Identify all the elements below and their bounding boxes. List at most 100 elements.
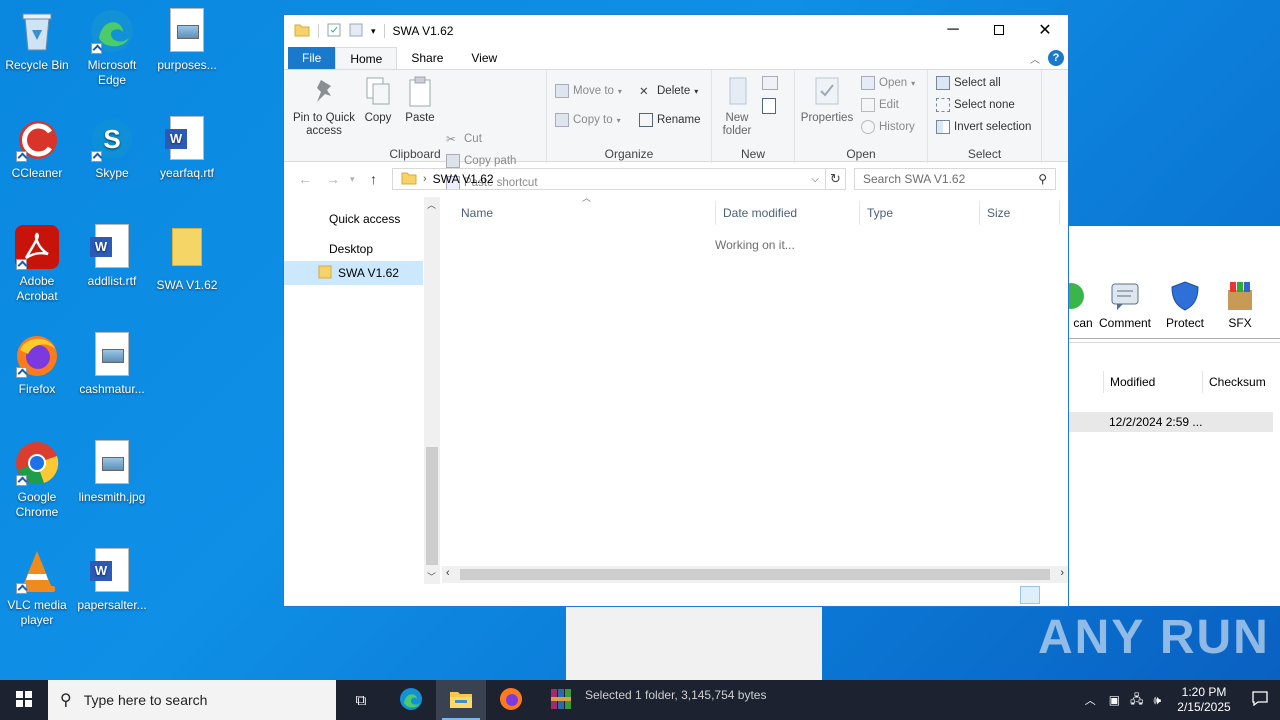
taskbar-firefox-button[interactable] <box>486 680 536 720</box>
scissors-icon: ✂ <box>446 134 456 146</box>
new-folder-quick-icon[interactable] <box>349 23 363 40</box>
desktop-icon-microsoft-edge[interactable]: Microsoft Edge <box>75 8 149 88</box>
scroll-down-icon[interactable]: ﹀ <box>427 570 436 583</box>
history-button[interactable]: History <box>861 118 915 136</box>
scroll-right-icon[interactable]: › <box>1060 567 1064 579</box>
show-hidden-icons-icon[interactable]: ︿ <box>1077 692 1104 708</box>
properties-button[interactable]: Properties <box>799 74 855 125</box>
copy-to-button[interactable]: Copy to ▾ <box>555 111 621 129</box>
task-view-button[interactable]: ⧉ <box>336 680 386 720</box>
desktop-icon-ccleaner[interactable]: CCleaner <box>0 116 74 181</box>
desktop-icon-purposes[interactable]: purposes... <box>150 8 224 73</box>
paste-button[interactable]: Paste <box>400 74 440 125</box>
desktop-icon-recycle-bin[interactable]: Recycle Bin <box>0 8 74 73</box>
rar-column-modified[interactable]: Modified <box>1103 371 1203 393</box>
desktop-icon-linesmith[interactable]: linesmith.jpg <box>75 440 149 505</box>
taskbar-explorer-button[interactable] <box>436 680 486 720</box>
taskbar-winrar-button[interactable] <box>536 680 586 720</box>
address-bar[interactable]: › SWA V1.62 ⌵ <box>392 168 826 190</box>
start-button[interactable] <box>0 680 48 720</box>
edit-button[interactable]: Edit <box>861 96 899 114</box>
column-size[interactable]: Size <box>980 201 1060 225</box>
taskbar-search-box[interactable]: ⚲ Type here to search <box>48 680 336 720</box>
move-to-button[interactable]: Move to ▾ <box>555 82 622 100</box>
help-icon[interactable]: ? <box>1048 50 1064 66</box>
column-date-modified[interactable]: Date modified <box>716 201 860 225</box>
select-none-button[interactable]: Select none <box>936 96 1015 114</box>
breadcrumb-current[interactable]: SWA V1.62 <box>433 172 494 186</box>
desktop-icon-skype[interactable]: S Skype <box>75 116 149 181</box>
clock[interactable]: 1:20 PM 2/15/2025 <box>1166 685 1242 715</box>
open-button[interactable]: Open ▾ <box>861 74 915 92</box>
nav-item-quick-access[interactable]: Quick access <box>284 207 400 231</box>
nav-item-desktop[interactable]: Desktop <box>284 237 373 261</box>
details-view-button[interactable] <box>1020 586 1040 604</box>
background-status-text: Selected 1 folder, 3,145,754 bytes <box>585 688 767 702</box>
desktop-icon-google-chrome[interactable]: Google Chrome <box>0 440 74 520</box>
pin-quick-access-button[interactable]: Pin to Quick access <box>290 74 358 138</box>
select-all-button[interactable]: Select all <box>936 74 1001 92</box>
scroll-left-icon[interactable]: ‹ <box>446 567 450 579</box>
desktop-icon-vlc[interactable]: VLC media player <box>0 548 74 628</box>
up-arrow-icon[interactable]: ↑ <box>370 171 377 187</box>
meet-now-icon[interactable]: ▣ <box>1104 693 1125 707</box>
tab-share[interactable]: Share <box>397 47 457 69</box>
taskbar-edge-button[interactable] <box>386 680 436 720</box>
tab-file[interactable]: File <box>288 47 336 69</box>
notifications-button[interactable] <box>1242 691 1280 709</box>
invert-selection-button[interactable]: Invert selection <box>936 118 1031 136</box>
desktop-icon-adobe-acrobat[interactable]: Adobe Acrobat <box>0 224 74 304</box>
desktop-icon-firefox[interactable]: Firefox <box>0 332 74 397</box>
recent-locations-icon[interactable]: ▾ <box>350 174 355 185</box>
new-folder-button[interactable]: New folder <box>716 74 758 138</box>
network-icon[interactable]: 🖧 <box>1125 690 1148 711</box>
delete-button[interactable]: ✕ Delete ▾ <box>639 82 698 100</box>
search-input[interactable]: Search SWA V1.62 ⚲ <box>854 168 1056 190</box>
collapse-ribbon-icon[interactable]: ︿ <box>1030 51 1040 66</box>
rar-comment-button[interactable]: Comment <box>1095 280 1155 330</box>
rar-sfx-button[interactable]: SFX <box>1210 280 1270 330</box>
copy-button[interactable]: Copy <box>360 74 396 125</box>
view-toggle <box>1020 586 1062 604</box>
scroll-up-icon[interactable]: ︿ <box>427 198 436 211</box>
rar-file-row[interactable]: 12/2/2024 2:59 ... <box>1069 412 1273 432</box>
close-icon: ✕ <box>1038 22 1052 39</box>
customize-quick-access-icon[interactable]: ▾ <box>371 26 376 37</box>
close-button[interactable]: ✕ <box>1022 15 1068 45</box>
forward-arrow-icon[interactable]: → <box>326 171 340 187</box>
rar-column-checksum[interactable]: Checksum <box>1203 371 1280 393</box>
edit-icon <box>861 98 875 112</box>
desktop-icon-papersalter[interactable]: W papersalter... <box>75 548 149 613</box>
firefox-icon <box>499 687 523 714</box>
large-icons-view-button[interactable] <box>1042 586 1062 604</box>
desktop-icon-cashmatur[interactable]: cashmatur... <box>75 332 149 397</box>
address-dropdown-icon[interactable]: ⌵ <box>811 174 819 185</box>
nav-item-swa-folder[interactable]: SWA V1.62 <box>284 261 423 285</box>
cut-button[interactable]: ✂ Cut <box>446 130 482 148</box>
column-type[interactable]: Type <box>860 201 980 225</box>
scrollbar-thumb[interactable] <box>426 447 438 565</box>
word-doc-icon: W <box>89 224 135 270</box>
desktop-icon-swa-folder[interactable]: SWA V1.62 <box>150 224 224 293</box>
desktop-icon-addlist[interactable]: W addlist.rtf <box>75 224 149 289</box>
nav-pane-scrollbar[interactable]: ︿ ﹀ <box>424 197 440 584</box>
horizontal-scrollbar[interactable]: ‹ › <box>442 566 1068 583</box>
rename-button[interactable]: Rename <box>639 111 700 129</box>
refresh-button[interactable]: ↻ <box>826 168 846 190</box>
group-organize: Move to ▾ Copy to ▾ ✕ Delete ▾ Rename Organi… <box>547 70 712 163</box>
volume-icon[interactable]: 🕪 <box>1148 693 1166 708</box>
recycle-bin-icon <box>14 8 60 54</box>
minimize-button[interactable]: ─ <box>930 15 976 45</box>
column-name[interactable]: Name <box>454 201 716 225</box>
folder-icon <box>401 171 417 188</box>
back-arrow-icon[interactable]: ← <box>298 171 312 187</box>
tab-home[interactable]: Home <box>335 47 398 69</box>
properties-quick-icon[interactable] <box>327 23 341 40</box>
scrollbar-thumb[interactable] <box>460 569 1050 580</box>
desktop-icon-yearfaq[interactable]: W yearfaq.rtf <box>150 116 224 181</box>
new-item-icon[interactable] <box>762 76 778 90</box>
rar-protect-button[interactable]: Protect <box>1155 280 1215 330</box>
easy-access-icon[interactable] <box>762 98 776 114</box>
tab-view[interactable]: View <box>457 47 511 69</box>
maximize-button[interactable] <box>976 15 1022 45</box>
